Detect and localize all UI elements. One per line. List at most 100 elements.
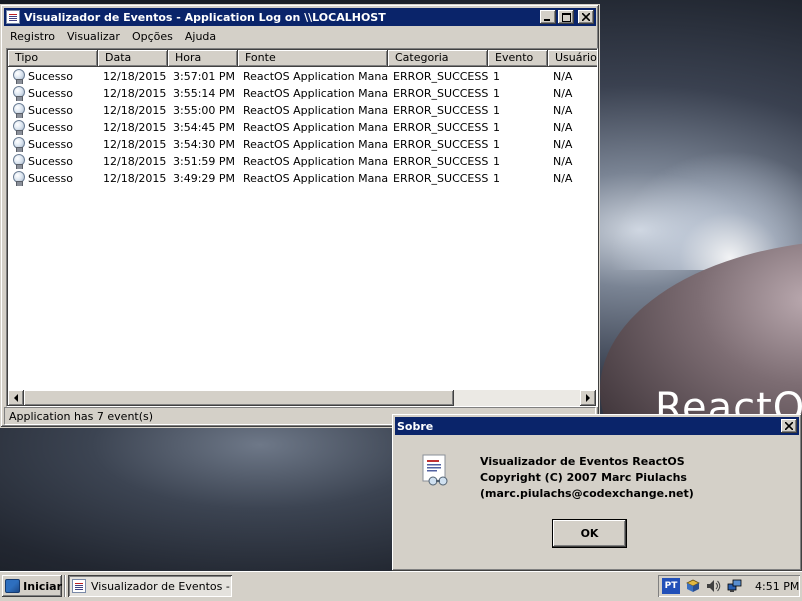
table-row[interactable]: Sucesso 12/18/2015 3:55:00 PM ReactOS Ap… bbox=[8, 102, 597, 119]
minimize-icon bbox=[544, 19, 550, 21]
cell-usuario: N/A bbox=[553, 87, 573, 100]
lightbulb-icon bbox=[12, 154, 25, 169]
maximize-icon bbox=[561, 12, 571, 22]
cell-hora: 3:54:45 PM bbox=[173, 121, 236, 134]
network-connection-icon[interactable] bbox=[726, 578, 744, 594]
lightbulb-icon bbox=[12, 103, 25, 118]
arrow-left-icon bbox=[14, 394, 18, 402]
event-viewer-icon bbox=[422, 454, 448, 486]
lightbulb-icon bbox=[12, 137, 25, 152]
lightbulb-icon bbox=[12, 69, 25, 84]
close-button[interactable] bbox=[578, 10, 594, 24]
about-text: Visualizador de Eventos ReactOS Copyrigh… bbox=[480, 454, 694, 502]
cell-usuario: N/A bbox=[553, 104, 573, 117]
cell-evento: 1 bbox=[493, 172, 500, 185]
about-product-name: Visualizador de Eventos ReactOS bbox=[480, 455, 685, 468]
cell-usuario: N/A bbox=[553, 155, 573, 168]
cell-tipo-text: Sucesso bbox=[28, 104, 73, 117]
table-row[interactable]: Sucesso 12/18/2015 3:54:30 PM ReactOS Ap… bbox=[8, 136, 597, 153]
scroll-right-button[interactable] bbox=[580, 390, 596, 406]
minimize-button[interactable] bbox=[540, 10, 556, 24]
cell-hora: 3:57:01 PM bbox=[173, 70, 236, 83]
cell-evento: 1 bbox=[493, 121, 500, 134]
horizontal-scrollbar[interactable] bbox=[8, 390, 596, 406]
cell-fonte: ReactOS Application Manager bbox=[243, 87, 388, 100]
cell-hora: 3:49:29 PM bbox=[173, 172, 236, 185]
cell-usuario: N/A bbox=[553, 121, 573, 134]
column-header-tipo[interactable]: Tipo bbox=[8, 50, 98, 67]
cell-evento: 1 bbox=[493, 104, 500, 117]
taskbar-task-event-viewer[interactable]: Visualizador de Eventos - ... bbox=[68, 575, 232, 597]
cell-evento: 1 bbox=[493, 155, 500, 168]
ok-button[interactable]: OK bbox=[552, 519, 627, 548]
cell-data: 12/18/2015 bbox=[103, 70, 167, 83]
table-row[interactable]: Sucesso 12/18/2015 3:57:01 PM ReactOS Ap… bbox=[8, 68, 597, 85]
cell-tipo-text: Sucesso bbox=[28, 70, 73, 83]
dialog-title: Sobre bbox=[397, 419, 434, 433]
table-row[interactable]: Sucesso 12/18/2015 3:54:45 PM ReactOS Ap… bbox=[8, 119, 597, 136]
list-header: Tipo Data Hora Fonte Categoria Evento Us… bbox=[8, 50, 597, 67]
column-header-evento[interactable]: Evento bbox=[488, 50, 548, 67]
window-title: Visualizador de Eventos - Application Lo… bbox=[24, 10, 386, 24]
menu-ajuda[interactable]: Ajuda bbox=[179, 30, 222, 43]
network-icon-glyph bbox=[686, 579, 700, 592]
column-header-hora[interactable]: Hora bbox=[168, 50, 238, 67]
cell-data: 12/18/2015 bbox=[103, 138, 167, 151]
cell-categoria: ERROR_SUCCESS bbox=[393, 155, 488, 168]
menu-bar: Registro Visualizar Opções Ajuda bbox=[4, 27, 222, 46]
table-row[interactable]: Sucesso 12/18/2015 3:49:29 PM ReactOS Ap… bbox=[8, 170, 597, 187]
volume-icon[interactable] bbox=[705, 578, 723, 594]
cell-usuario: N/A bbox=[553, 172, 573, 185]
cell-data: 12/18/2015 bbox=[103, 155, 167, 168]
column-header-data[interactable]: Data bbox=[98, 50, 168, 67]
cell-tipo: Sucesso bbox=[8, 154, 98, 169]
cell-data: 12/18/2015 bbox=[103, 87, 167, 100]
cell-categoria: ERROR_SUCCESS bbox=[393, 121, 488, 134]
dialog-titlebar[interactable]: Sobre bbox=[395, 417, 799, 435]
cell-tipo-text: Sucesso bbox=[28, 138, 73, 151]
cell-fonte: ReactOS Application Manager bbox=[243, 172, 388, 185]
cell-hora: 3:55:00 PM bbox=[173, 104, 236, 117]
window-titlebar[interactable]: Visualizador de Eventos - Application Lo… bbox=[4, 8, 596, 26]
cell-data: 12/18/2015 bbox=[103, 104, 167, 117]
close-icon bbox=[785, 422, 793, 430]
column-header-fonte[interactable]: Fonte bbox=[238, 50, 388, 67]
maximize-button[interactable] bbox=[558, 10, 574, 24]
start-label: Iniciar bbox=[23, 579, 62, 593]
menu-registro[interactable]: Registro bbox=[4, 30, 61, 43]
start-button[interactable]: Iniciar bbox=[2, 575, 62, 597]
clock[interactable]: 4:51 PM bbox=[755, 580, 799, 593]
cell-tipo: Sucesso bbox=[8, 86, 98, 101]
table-row[interactable]: Sucesso 12/18/2015 3:51:59 PM ReactOS Ap… bbox=[8, 153, 597, 170]
cell-data: 12/18/2015 bbox=[103, 121, 167, 134]
language-indicator[interactable]: PT bbox=[662, 578, 680, 594]
cell-evento: 1 bbox=[493, 138, 500, 151]
scrollbar-thumb[interactable] bbox=[24, 390, 454, 406]
cell-tipo-text: Sucesso bbox=[28, 121, 73, 134]
cell-fonte: ReactOS Application Manager bbox=[243, 155, 388, 168]
menu-visualizar[interactable]: Visualizar bbox=[61, 30, 126, 43]
event-viewer-app-icon bbox=[72, 579, 86, 593]
scroll-left-button[interactable] bbox=[8, 390, 24, 406]
table-row[interactable]: Sucesso 12/18/2015 3:55:14 PM ReactOS Ap… bbox=[8, 85, 597, 102]
cell-tipo-text: Sucesso bbox=[28, 87, 73, 100]
about-email: (marc.piulachs@codexchange.net) bbox=[480, 487, 694, 500]
cell-usuario: N/A bbox=[553, 70, 573, 83]
about-copyright: Copyright (C) 2007 Marc Piulachs bbox=[480, 471, 687, 484]
cell-tipo: Sucesso bbox=[8, 120, 98, 135]
dialog-close-button[interactable] bbox=[781, 419, 797, 433]
network-icon[interactable] bbox=[684, 578, 702, 594]
cell-fonte: ReactOS Application Manager bbox=[243, 138, 388, 151]
cell-tipo: Sucesso bbox=[8, 171, 98, 186]
lightbulb-icon bbox=[12, 120, 25, 135]
monitors-icon bbox=[727, 579, 742, 592]
event-list[interactable]: Tipo Data Hora Fonte Categoria Evento Us… bbox=[6, 48, 598, 407]
cell-categoria: ERROR_SUCCESS bbox=[393, 87, 488, 100]
menu-opcoes[interactable]: Opções bbox=[126, 30, 179, 43]
column-header-usuario[interactable]: Usuário bbox=[548, 50, 597, 67]
scrollbar-track[interactable] bbox=[24, 390, 580, 406]
cell-tipo-text: Sucesso bbox=[28, 155, 73, 168]
column-header-categoria[interactable]: Categoria bbox=[388, 50, 488, 67]
event-viewer-window: Visualizador de Eventos - Application Lo… bbox=[0, 4, 600, 428]
cell-evento: 1 bbox=[493, 87, 500, 100]
